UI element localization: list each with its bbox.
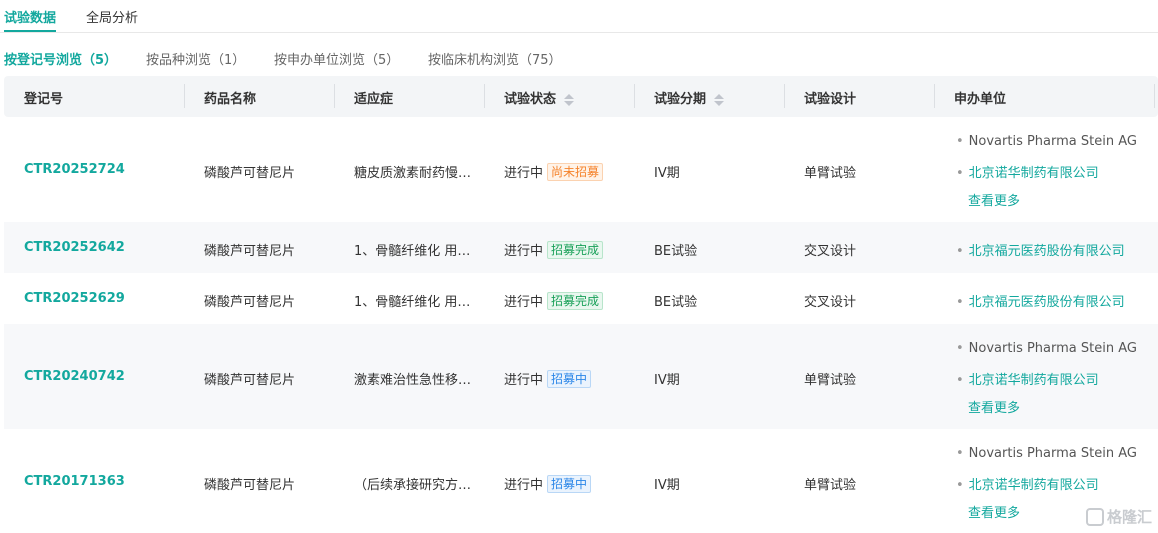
trial-phase: IV期 <box>654 166 680 181</box>
trial-design: 单臂试验 <box>804 373 857 388</box>
subtab-by-variety[interactable]: 按品种浏览（1） <box>146 49 245 68</box>
tab-trial-data[interactable]: 试验数据 <box>4 7 56 26</box>
column-header-phase-label: 试验分期 <box>654 92 707 107</box>
view-more-link[interactable]: 查看更多 <box>968 502 1020 521</box>
status-text: 进行中 <box>504 166 544 181</box>
trial-design: 单臂试验 <box>804 166 857 181</box>
trial-design: 交叉设计 <box>804 295 857 310</box>
registration-number-link[interactable]: CTR20252724 <box>24 162 125 177</box>
trial-phase: IV期 <box>654 478 680 493</box>
column-header-phase[interactable]: 试验分期 <box>654 88 725 107</box>
column-header-sponsor: 申办单位 <box>954 92 1007 107</box>
active-tab-indicator <box>4 30 56 32</box>
table-row[interactable]: CTR20240742 磷酸芦可替尼片 激素难治性急性移植物抗宿主病 进行中招募… <box>4 324 1158 429</box>
column-divider <box>334 84 335 108</box>
column-divider <box>634 84 635 108</box>
column-divider <box>934 84 935 108</box>
recruitment-badge: 招募中 <box>547 370 592 388</box>
column-divider <box>784 84 785 108</box>
table-header: 登记号 药品名称 适应症 试验状态 试验分期 试验设计 申办单位 <box>4 76 1158 117</box>
recruitment-badge: 尚未招募 <box>547 163 604 181</box>
trial-status: 进行中 招募中 <box>504 474 592 493</box>
table-row[interactable]: CTR20252642 磷酸芦可替尼片 1、骨髓纤维化 用于中危或高危 进行中招… <box>4 222 1158 273</box>
status-text: 进行中 <box>504 478 544 493</box>
subtab-by-registration[interactable]: 按登记号浏览（5） <box>4 49 117 68</box>
sponsor-item: • Novartis Pharma Stein AG <box>956 134 1137 149</box>
view-more-link[interactable]: 查看更多 <box>968 190 1020 209</box>
status-text: 进行中 <box>504 295 544 310</box>
indication: 糖皮质激素耐药慢性移植物抗宿主病 <box>354 166 474 181</box>
indication: 1、骨髓纤维化 用于中危或高危 <box>354 244 474 259</box>
sponsor-name: Novartis Pharma Stein AG <box>968 341 1137 356</box>
status-text: 进行中 <box>504 244 544 259</box>
sort-icon[interactable] <box>714 93 725 107</box>
drug-name: 磷酸芦可替尼片 <box>204 373 296 388</box>
sponsor-item: • Novartis Pharma Stein AG <box>956 341 1137 356</box>
registration-number-link[interactable]: CTR20252642 <box>24 240 125 255</box>
sponsor-name[interactable]: 北京福元医药股份有限公司 <box>969 295 1125 310</box>
sponsor-item[interactable]: • 北京诺华制药有限公司 <box>956 474 1099 493</box>
table-row[interactable]: CTR20252629 磷酸芦可替尼片 1、骨髓纤维化 用于中危或高危 进行中招… <box>4 273 1158 324</box>
drug-name: 磷酸芦可替尼片 <box>204 244 296 259</box>
sponsor-item[interactable]: • 北京诺华制药有限公司 <box>956 369 1099 388</box>
indication: 激素难治性急性移植物抗宿主病 <box>354 373 474 388</box>
column-header-status-label: 试验状态 <box>504 92 557 107</box>
column-header-drug: 药品名称 <box>204 92 257 107</box>
subtab-by-sponsor[interactable]: 按申办单位浏览（5） <box>274 49 399 68</box>
sponsor-name: Novartis Pharma Stein AG <box>968 134 1137 149</box>
tab-global-analysis[interactable]: 全局分析 <box>86 7 138 26</box>
recruitment-badge: 招募完成 <box>547 292 604 310</box>
sponsor-name[interactable]: 北京诺华制药有限公司 <box>969 373 1099 388</box>
sponsor-item[interactable]: • 北京诺华制药有限公司 <box>956 162 1099 181</box>
sponsor-name[interactable]: 北京诺华制药有限公司 <box>969 478 1099 493</box>
top-tab-bar: 试验数据 全局分析 <box>0 0 1158 33</box>
view-more-link[interactable]: 查看更多 <box>968 397 1020 416</box>
sponsor-item[interactable]: • 北京福元医药股份有限公司 <box>956 240 1125 259</box>
column-header-indication: 适应症 <box>354 92 394 107</box>
subtab-by-institution[interactable]: 按临床机构浏览（75） <box>428 49 562 68</box>
status-text: 进行中 <box>504 373 544 388</box>
recruitment-badge: 招募中 <box>547 475 592 493</box>
trial-phase: BE试验 <box>654 295 698 310</box>
drug-name: 磷酸芦可替尼片 <box>204 166 296 181</box>
trial-design: 单臂试验 <box>804 478 857 493</box>
column-header-design: 试验设计 <box>804 92 857 107</box>
sponsor-name[interactable]: 北京福元医药股份有限公司 <box>969 244 1125 259</box>
sponsor-name: Novartis Pharma Stein AG <box>968 446 1137 461</box>
drug-name: 磷酸芦可替尼片 <box>204 295 296 310</box>
column-divider <box>184 84 185 108</box>
indication: （后续承接研究方案） <box>354 478 474 493</box>
watermark-logo: 格隆汇 <box>1085 506 1152 527</box>
watermark-text: 格隆汇 <box>1106 508 1152 526</box>
column-header-reg-no: 登记号 <box>24 92 64 107</box>
trial-status: 进行中 尚未招募 <box>504 162 604 181</box>
registration-number-link[interactable]: CTR20240742 <box>24 369 125 384</box>
trial-status: 进行中 招募中 <box>504 369 592 388</box>
sponsor-item[interactable]: • 北京福元医药股份有限公司 <box>956 291 1125 310</box>
registration-number-link[interactable]: CTR20171363 <box>24 474 125 489</box>
trial-phase: BE试验 <box>654 244 698 259</box>
indication: 1、骨髓纤维化 用于中危或高危 <box>354 295 474 310</box>
column-divider <box>1154 84 1155 108</box>
sponsor-name[interactable]: 北京诺华制药有限公司 <box>969 166 1099 181</box>
trial-status: 进行中 招募完成 <box>504 240 604 259</box>
sort-icon[interactable] <box>564 93 575 107</box>
trial-design: 交叉设计 <box>804 244 857 259</box>
registration-number-link[interactable]: CTR20252629 <box>24 291 125 306</box>
brand-icon <box>1085 508 1104 526</box>
table-row[interactable]: CTR20252724 磷酸芦可替尼片 糖皮质激素耐药慢性移植物抗宿主病 进行中… <box>4 118 1158 222</box>
sponsor-item: • Novartis Pharma Stein AG <box>956 446 1137 461</box>
trial-status: 进行中 招募完成 <box>504 291 604 310</box>
column-divider <box>484 84 485 108</box>
column-header-status[interactable]: 试验状态 <box>504 88 575 107</box>
table-row[interactable]: CTR20171363 磷酸芦可替尼片 （后续承接研究方案） 进行中 招募中 IV… <box>4 429 1158 533</box>
recruitment-badge: 招募完成 <box>547 241 604 259</box>
trial-phase: IV期 <box>654 373 680 388</box>
drug-name: 磷酸芦可替尼片 <box>204 478 296 493</box>
